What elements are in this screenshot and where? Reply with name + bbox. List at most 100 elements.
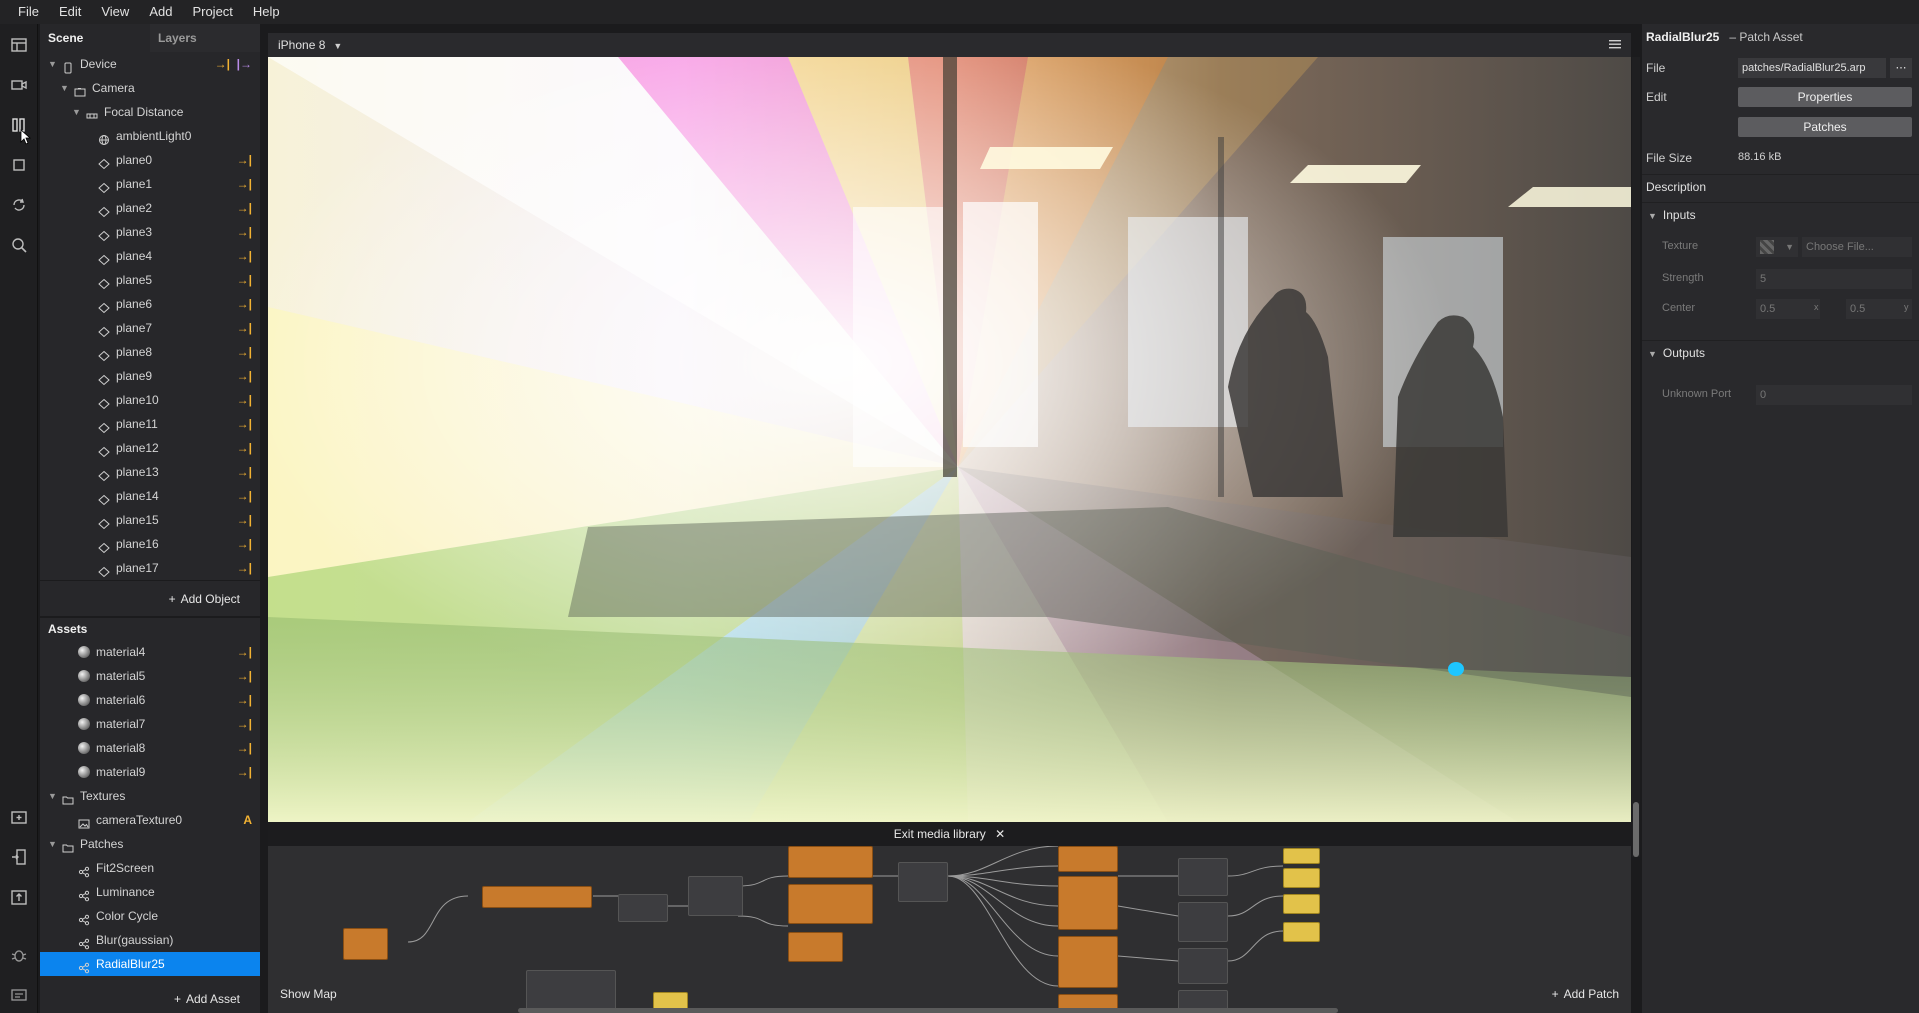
patch-node[interactable] — [1058, 936, 1118, 988]
patches-button[interactable]: Patches — [1738, 117, 1912, 137]
scene-tree-item[interactable]: plane3 →| — [40, 220, 260, 244]
link-icon[interactable]: |→ — [237, 52, 252, 76]
link-icon[interactable]: →| — [237, 244, 252, 268]
add-asset-button[interactable]: + Add Asset — [40, 985, 260, 1013]
camera-preview[interactable] — [268, 57, 1631, 822]
link-icon[interactable]: →| — [237, 688, 252, 712]
patch-node[interactable] — [788, 846, 873, 878]
exit-media-label[interactable]: Exit media library — [894, 827, 986, 841]
patch-editor[interactable]: Show Map + Add Patch — [268, 846, 1631, 1013]
media-library-bar[interactable]: Exit media library ✕ — [268, 822, 1631, 846]
properties-button[interactable]: Properties — [1738, 87, 1912, 107]
object-icon[interactable] — [8, 154, 30, 176]
link-icon[interactable]: →| — [237, 364, 252, 388]
menu-file[interactable]: File — [8, 0, 49, 24]
patch-node[interactable] — [788, 884, 873, 924]
send-to-device-icon[interactable] — [8, 846, 30, 868]
patch-node[interactable] — [343, 928, 388, 960]
outputs-section[interactable]: ▼ Outputs — [1642, 340, 1919, 364]
asset-item[interactable]: material5 →| — [40, 664, 260, 688]
patch-node[interactable] — [618, 894, 668, 922]
device-select[interactable]: iPhone 8 ▼ — [268, 38, 342, 52]
scene-tree-item[interactable]: plane2 →| — [40, 196, 260, 220]
patch-node[interactable] — [526, 970, 616, 1013]
refresh-icon[interactable] — [8, 194, 30, 216]
scrollbar-thumb[interactable] — [1633, 802, 1639, 857]
upload-icon[interactable] — [8, 886, 30, 908]
patch-node[interactable] — [1058, 876, 1118, 930]
unknown-port-value[interactable]: 0 — [1756, 385, 1912, 405]
scene-tree-item[interactable]: plane0 →| — [40, 148, 260, 172]
scene-tree-item[interactable]: plane5 →| — [40, 268, 260, 292]
patch-node[interactable] — [898, 862, 948, 902]
scene-tree-item[interactable]: plane7 →| — [40, 316, 260, 340]
patch-node[interactable] — [482, 886, 592, 908]
asset-item[interactable]: material8 →| — [40, 736, 260, 760]
link-icon[interactable]: →| — [237, 484, 252, 508]
center-x-input[interactable]: 0.5 — [1756, 299, 1820, 319]
expand-arrow-icon[interactable]: ▼ — [48, 52, 58, 76]
link-icon[interactable]: →| — [237, 556, 252, 580]
link-icon[interactable]: →| — [237, 532, 252, 556]
hamburger-menu-icon[interactable] — [1609, 39, 1621, 49]
link-icon[interactable]: →| — [237, 460, 252, 484]
scene-tree-item[interactable]: plane9 →| — [40, 364, 260, 388]
link-icon[interactable]: →| — [237, 388, 252, 412]
texture-picker[interactable]: ▼ — [1756, 237, 1798, 257]
link-icon[interactable]: →| — [237, 292, 252, 316]
asset-item[interactable]: Color Cycle — [40, 904, 260, 928]
video-icon[interactable] — [8, 74, 30, 96]
link-icon[interactable]: →| — [237, 736, 252, 760]
link-icon[interactable]: →| — [237, 640, 252, 664]
menu-project[interactable]: Project — [182, 0, 242, 24]
link-icon[interactable]: →| — [237, 760, 252, 784]
add-object-button[interactable]: + Add Object — [40, 580, 260, 616]
strength-input[interactable]: 5 — [1756, 269, 1912, 289]
patch-node[interactable] — [1178, 858, 1228, 896]
scene-tree-item[interactable]: plane12 →| — [40, 436, 260, 460]
scene-tree-item[interactable]: ▼ Focal Distance — [40, 100, 260, 124]
patch-node[interactable] — [1178, 948, 1228, 984]
expand-arrow-icon[interactable]: ▼ — [48, 832, 58, 856]
patch-node[interactable] — [788, 932, 843, 962]
asset-item[interactable]: Luminance — [40, 880, 260, 904]
link-icon[interactable]: →| — [237, 268, 252, 292]
asset-item[interactable]: cameraTexture0 A — [40, 808, 260, 832]
menu-edit[interactable]: Edit — [49, 0, 91, 24]
link-icon[interactable]: →| — [237, 148, 252, 172]
asset-item[interactable]: material4 →| — [40, 640, 260, 664]
close-icon[interactable]: ✕ — [995, 827, 1005, 841]
expand-arrow-icon[interactable]: ▼ — [60, 76, 70, 100]
scene-tree-item[interactable]: plane6 →| — [40, 292, 260, 316]
expand-arrow-icon[interactable]: ▼ — [48, 784, 58, 808]
scene-tree-item[interactable]: plane17 →| — [40, 556, 260, 580]
asset-item[interactable]: material9 →| — [40, 760, 260, 784]
viewport-scrollbar[interactable] — [1632, 57, 1640, 857]
scene-tree-item[interactable]: plane4 →| — [40, 244, 260, 268]
tab-layers[interactable]: Layers — [150, 24, 260, 52]
patch-node[interactable] — [1283, 922, 1320, 942]
menu-add[interactable]: Add — [139, 0, 182, 24]
scene-tree-item[interactable]: plane11 →| — [40, 412, 260, 436]
bug-icon[interactable] — [8, 944, 30, 966]
link-icon[interactable]: →| — [215, 52, 230, 76]
inputs-section[interactable]: ▼ Inputs — [1642, 202, 1919, 226]
import-icon[interactable] — [8, 806, 30, 828]
layout-icon[interactable] — [8, 34, 30, 56]
asset-item[interactable]: material6 →| — [40, 688, 260, 712]
console-icon[interactable] — [8, 984, 30, 1006]
menu-help[interactable]: Help — [243, 0, 290, 24]
expand-arrow-icon[interactable]: ▼ — [72, 100, 82, 124]
tab-scene[interactable]: Scene — [40, 24, 150, 52]
menu-view[interactable]: View — [91, 0, 139, 24]
link-icon[interactable]: →| — [237, 316, 252, 340]
scene-tree-item[interactable]: plane1 →| — [40, 172, 260, 196]
link-icon[interactable]: →| — [237, 340, 252, 364]
search-icon[interactable] — [8, 234, 30, 256]
add-patch-button[interactable]: + Add Patch — [1552, 987, 1619, 1001]
choose-file-field[interactable]: Choose File... — [1802, 237, 1912, 257]
link-icon[interactable]: →| — [237, 664, 252, 688]
center-y-input[interactable]: 0.5 — [1846, 299, 1912, 319]
link-icon[interactable]: →| — [237, 220, 252, 244]
asset-item[interactable]: Fit2Screen — [40, 856, 260, 880]
